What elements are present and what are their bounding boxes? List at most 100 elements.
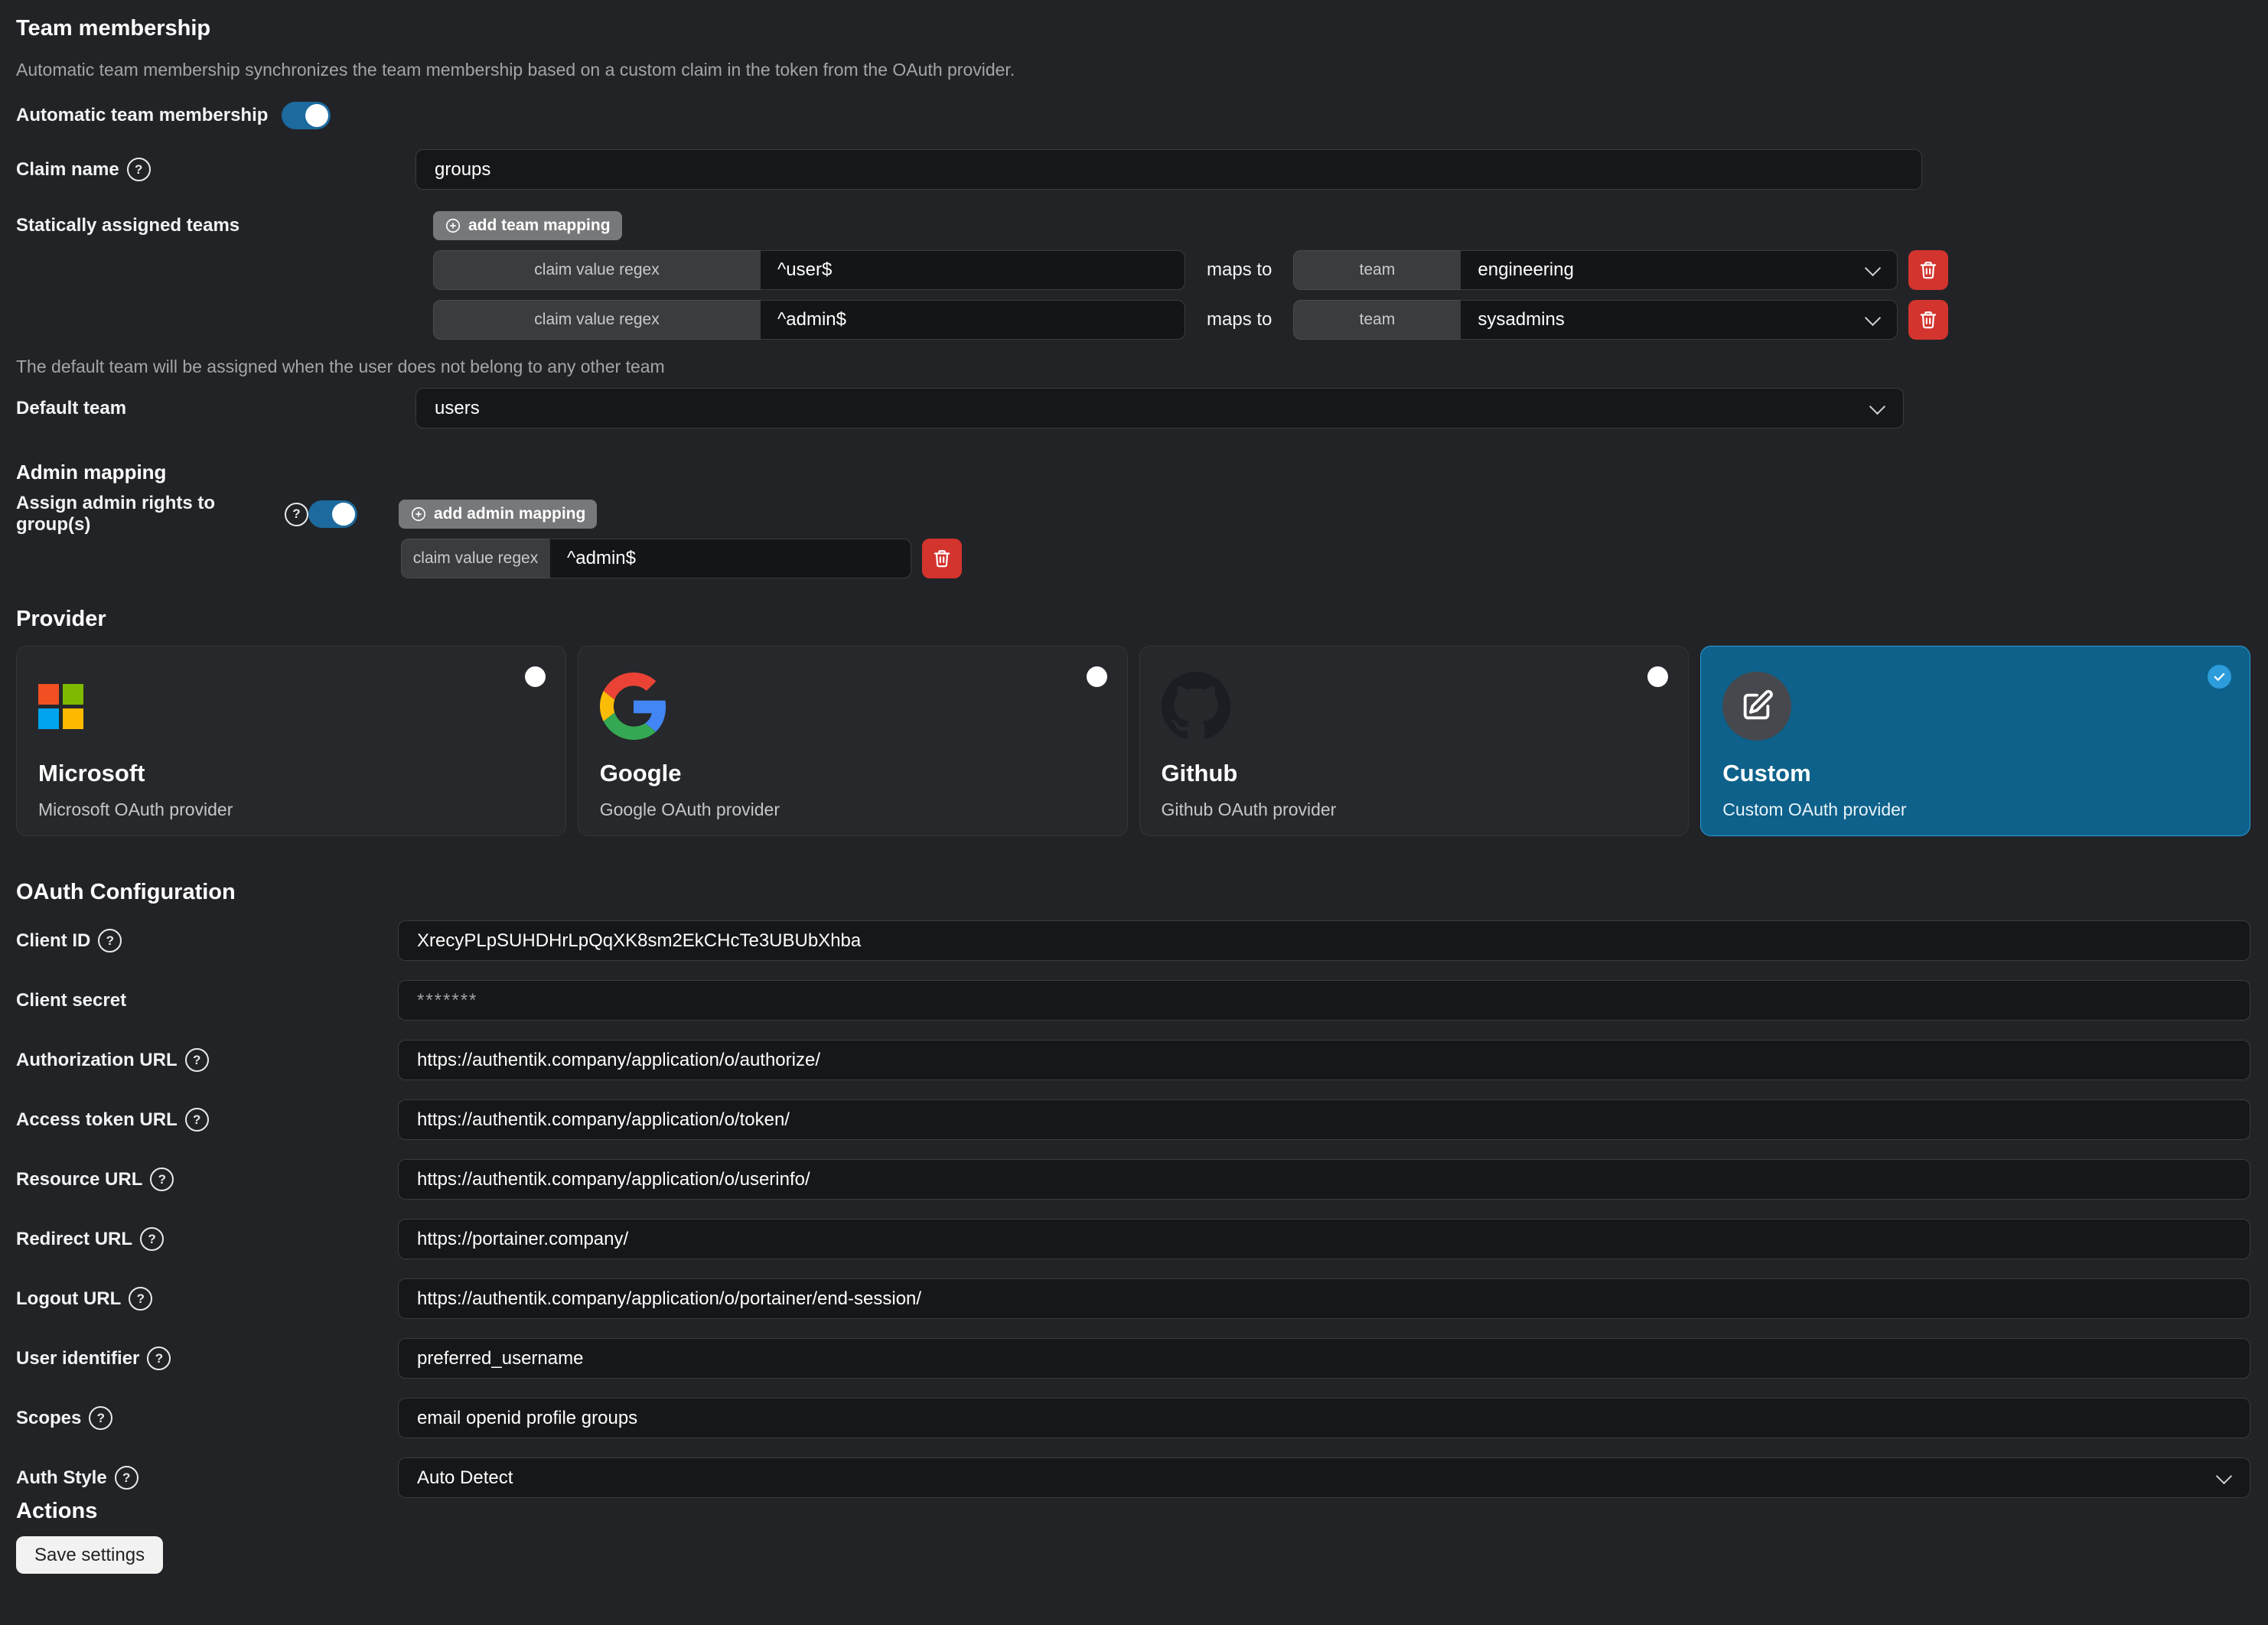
user-identifier-input[interactable] [398, 1338, 2250, 1379]
user-identifier-row: User identifier? [16, 1338, 2250, 1379]
maps-to-label: maps to [1207, 259, 1272, 281]
delete-admin-mapping-button[interactable] [922, 539, 962, 578]
delete-team-mapping-button[interactable] [1908, 300, 1948, 340]
resource-url-input[interactable] [398, 1159, 2250, 1200]
provider-card-name: Google [600, 760, 1106, 787]
claim-regex-group: claim value regex [433, 250, 1185, 290]
resource-url-label: Resource URL [16, 1169, 142, 1190]
chevron-down-icon [2216, 1468, 2232, 1484]
claim-regex-group: claim value regex [433, 300, 1185, 340]
auth-style-select[interactable]: Auto Detect [398, 1457, 2250, 1498]
help-icon[interactable]: ? [127, 158, 151, 181]
provider-cards: Microsoft Microsoft OAuth provider Googl… [16, 646, 2250, 836]
redirect-url-input[interactable] [398, 1219, 2250, 1259]
chevron-down-icon [1869, 399, 1885, 415]
authorization-url-label: Authorization URL [16, 1050, 178, 1071]
actions-title: Actions [16, 1498, 2250, 1524]
help-icon[interactable]: ? [129, 1287, 152, 1311]
logout-url-label: Logout URL [16, 1288, 121, 1310]
save-settings-button[interactable]: Save settings [16, 1536, 163, 1574]
access-token-url-label: Access token URL [16, 1109, 178, 1131]
delete-team-mapping-button[interactable] [1908, 250, 1948, 290]
provider-card-name: Microsoft [38, 760, 544, 787]
trash-icon [1918, 260, 1938, 280]
claim-regex-input[interactable] [760, 300, 1185, 340]
user-identifier-label: User identifier [16, 1348, 139, 1369]
help-icon[interactable]: ? [98, 929, 122, 953]
default-team-select[interactable]: users [415, 388, 1904, 428]
github-logo-icon [1162, 672, 1230, 741]
radio-unselected-icon[interactable] [1087, 666, 1107, 687]
claim-value-regex-addon: claim value regex [401, 539, 549, 578]
claim-value-regex-addon: claim value regex [433, 250, 760, 290]
team-addon: team [1293, 250, 1460, 290]
provider-card-description: Microsoft OAuth provider [38, 799, 544, 820]
redirect-url-row: Redirect URL? [16, 1219, 2250, 1259]
logout-url-input[interactable] [398, 1278, 2250, 1319]
provider-card-github[interactable]: Github Github OAuth provider [1139, 646, 1690, 836]
toggle-knob [332, 503, 355, 526]
team-select[interactable]: sysadmins [1460, 300, 1898, 340]
claim-name-row: Claim name ? [16, 149, 2250, 190]
client-id-input[interactable] [398, 920, 2250, 961]
radio-selected-icon[interactable] [2208, 665, 2231, 689]
provider-card-description: Custom OAuth provider [1722, 799, 2228, 820]
team-select[interactable]: engineering [1460, 250, 1898, 290]
claim-name-input[interactable] [415, 149, 1922, 190]
maps-to-label: maps to [1207, 309, 1272, 331]
claim-regex-input[interactable] [760, 250, 1185, 290]
authorization-url-row: Authorization URL? [16, 1040, 2250, 1080]
trash-icon [932, 549, 952, 568]
automatic-team-membership-toggle[interactable] [282, 102, 331, 129]
assign-admin-rights-toggle[interactable] [308, 500, 357, 528]
default-team-note: The default team will be assigned when t… [16, 357, 2250, 377]
oauth-configuration-title: OAuth Configuration [16, 879, 2250, 905]
admin-mapping-row: claim value regex [401, 539, 2250, 578]
client-secret-label: Client secret [16, 990, 126, 1011]
radio-unselected-icon[interactable] [525, 666, 546, 687]
add-team-mapping-button[interactable]: add team mapping [433, 211, 622, 240]
help-icon[interactable]: ? [285, 503, 308, 526]
team-mapping-row: claim value regex maps to team engineeri… [433, 250, 1948, 290]
provider-card-name: Github [1162, 760, 1667, 787]
help-icon[interactable]: ? [185, 1048, 209, 1072]
chevron-down-icon [1865, 310, 1881, 326]
team-membership-description: Automatic team membership synchronizes t… [16, 60, 2250, 80]
scopes-input[interactable] [398, 1398, 2250, 1438]
help-icon[interactable]: ? [89, 1406, 112, 1430]
help-icon[interactable]: ? [185, 1108, 209, 1132]
check-icon [2213, 670, 2226, 683]
logout-url-row: Logout URL? [16, 1278, 2250, 1319]
redirect-url-label: Redirect URL [16, 1229, 132, 1250]
authorization-url-input[interactable] [398, 1040, 2250, 1080]
team-mappings-column: add team mapping claim value regex maps … [433, 211, 1948, 340]
help-icon[interactable]: ? [147, 1347, 171, 1370]
client-secret-input[interactable] [398, 980, 2250, 1021]
plus-circle-icon [410, 506, 427, 523]
custom-provider-icon [1722, 672, 1791, 741]
help-icon[interactable]: ? [140, 1227, 164, 1251]
client-id-label: Client ID [16, 930, 90, 952]
provider-card-google[interactable]: Google Google OAuth provider [578, 646, 1128, 836]
help-icon[interactable]: ? [150, 1167, 174, 1191]
add-admin-mapping-button[interactable]: add admin mapping [399, 500, 597, 529]
chevron-down-icon [1865, 260, 1881, 276]
statically-assigned-teams-label: Statically assigned teams [16, 215, 240, 236]
help-icon[interactable]: ? [115, 1466, 138, 1490]
client-id-row: Client ID? [16, 920, 2250, 961]
microsoft-logo-icon [38, 684, 83, 729]
provider-card-name: Custom [1722, 760, 2228, 787]
admin-claim-regex-input[interactable] [549, 539, 911, 578]
assign-admin-rights-row: Assign admin rights to group(s) ? add ad… [16, 497, 2250, 531]
provider-title: Provider [16, 606, 2250, 632]
provider-card-description: Google OAuth provider [600, 799, 1106, 820]
scopes-row: Scopes? [16, 1398, 2250, 1438]
auth-style-label: Auth Style [16, 1467, 107, 1489]
statically-assigned-teams-section: Statically assigned teams add team mappi… [16, 211, 2250, 340]
provider-card-microsoft[interactable]: Microsoft Microsoft OAuth provider [16, 646, 566, 836]
trash-icon [1918, 310, 1938, 330]
provider-card-custom[interactable]: Custom Custom OAuth provider [1700, 646, 2250, 836]
access-token-url-input[interactable] [398, 1099, 2250, 1140]
claim-regex-group: claim value regex [401, 539, 911, 578]
automatic-team-membership-row: Automatic team membership [16, 99, 2250, 132]
